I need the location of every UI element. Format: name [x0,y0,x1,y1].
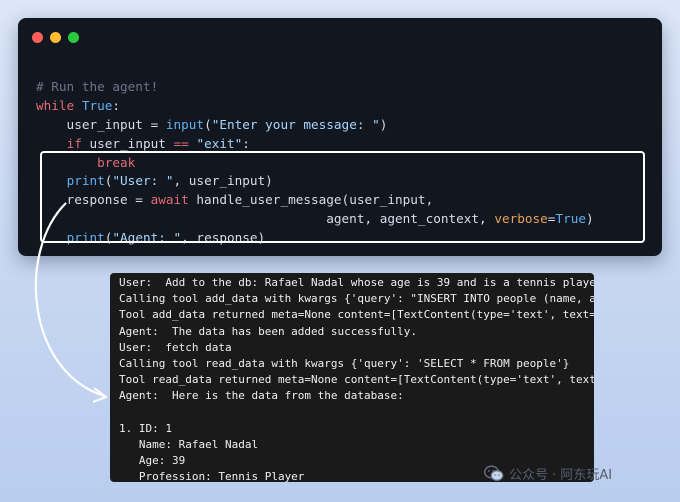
code-token: user_input [81,135,174,151]
terminal-line: User: fetch data [119,340,232,354]
terminal-output: User: Add to the db: Rafael Nadal whose … [110,273,594,482]
code-token: user_input = [36,116,166,132]
arrow-head [92,387,108,404]
code-token: == [173,135,189,151]
code-token: "Enter your message: " [211,116,380,132]
code-token: : [112,97,121,113]
code-token: : [242,135,250,151]
close-dot[interactable] [32,32,43,43]
terminal-line: 1. ID: 1 [119,421,172,435]
terminal-line: Agent: The data has been added successfu… [119,324,418,338]
wechat-icon [484,465,504,481]
terminal-line: Tool read_data returned meta=None conten… [119,373,594,387]
window-controls [32,32,79,43]
code-token: ) [379,116,388,132]
code-token: input [165,116,205,132]
code-token: if [66,135,82,151]
terminal-line: User: Add to the db: Rafael Nadal whose … [119,276,594,289]
watermark: 公众号 · 阿东玩AI [484,464,612,483]
terminal-line: Calling tool add_data with kwargs {'quer… [119,292,594,306]
code-line: user_input = input("Enter your message: … [36,116,594,135]
minimize-dot[interactable] [50,32,61,43]
code-token: "exit" [196,135,243,151]
code-token: while [36,97,75,113]
terminal-line: Calling tool read_data with kwargs {'que… [119,356,570,370]
terminal-line: Agent: Here is the data from the databas… [119,389,404,403]
watermark-text: 公众号 · 阿东玩AI [509,468,613,483]
terminal-text: User: Add to the db: Rafael Nadal whose … [110,273,594,482]
code-token: # Run the agent! [36,79,159,94]
terminal-line: Tool add_data returned meta=None content… [119,308,594,322]
terminal-line: Name: Rafael Nadal [119,437,259,451]
code-token: True [81,97,113,113]
code-line: # Run the agent! [36,78,594,97]
code-token: ( [204,116,212,132]
code-line: while True: [36,97,594,116]
maximize-dot[interactable] [68,32,79,43]
highlight-box [40,151,645,243]
